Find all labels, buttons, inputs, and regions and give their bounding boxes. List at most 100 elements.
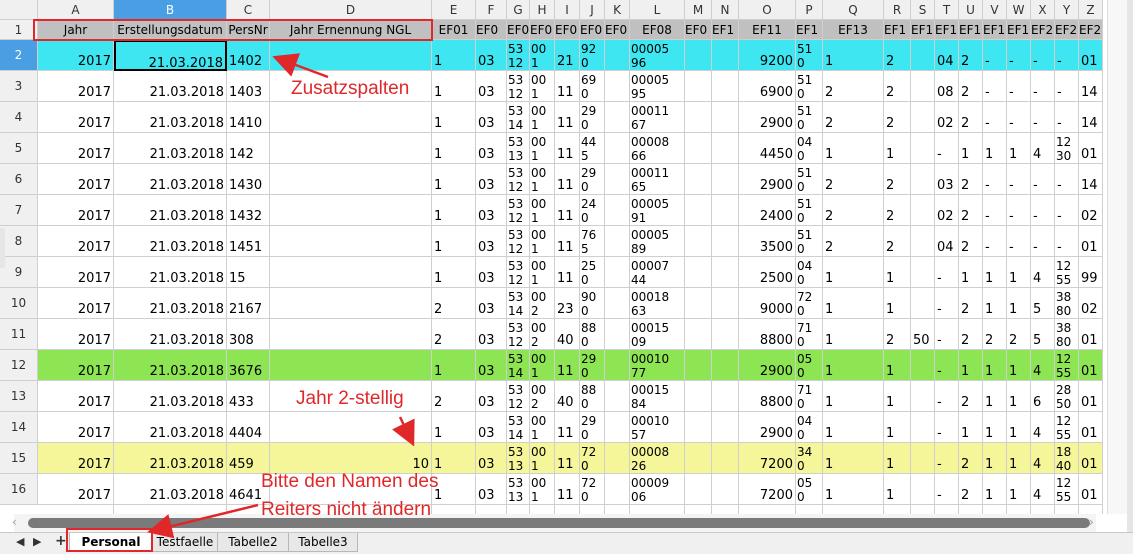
table-cell[interactable]: 2 — [1007, 319, 1031, 350]
table-cell[interactable] — [605, 505, 630, 514]
arrow-right-icon[interactable]: ▶ — [33, 535, 41, 548]
table-cell[interactable]: - — [1031, 164, 1055, 195]
table-cell[interactable]: 53 12 — [507, 257, 530, 288]
table-cell[interactable]: 51 0 — [796, 195, 823, 226]
table-cell[interactable] — [555, 505, 580, 514]
table-cell[interactable]: 2400 — [739, 195, 796, 226]
column-header-j[interactable]: J — [580, 0, 605, 20]
table-cell[interactable] — [605, 412, 630, 443]
table-cell[interactable]: 142 — [227, 133, 270, 164]
table-cell[interactable]: 88 0 — [580, 381, 605, 412]
table-cell[interactable]: 53 13 — [507, 133, 530, 164]
table-cell[interactable]: 01 — [1079, 412, 1103, 443]
tab-tabelle2[interactable]: Tabelle2 — [217, 533, 289, 552]
table-cell[interactable]: 00015 09 — [630, 319, 685, 350]
table-cell[interactable]: 2 — [959, 474, 983, 505]
table-cell[interactable] — [911, 350, 935, 381]
table-cell[interactable] — [712, 195, 739, 226]
table-cell[interactable] — [911, 257, 935, 288]
table-cell[interactable] — [712, 412, 739, 443]
table-cell[interactable] — [911, 195, 935, 226]
header-cell[interactable]: EF1 — [911, 20, 935, 40]
table-cell[interactable]: 2017 — [38, 350, 114, 381]
table-cell[interactable]: 1 — [432, 257, 476, 288]
select-all-corner[interactable] — [0, 0, 38, 20]
table-cell[interactable]: 21.03.2018 — [114, 474, 227, 505]
table-cell[interactable]: 2 — [823, 164, 884, 195]
table-cell[interactable]: 11 — [555, 195, 580, 226]
table-cell[interactable]: 1 — [983, 474, 1007, 505]
table-cell[interactable]: 72 0 — [580, 443, 605, 474]
table-cell[interactable] — [935, 505, 959, 514]
table-cell[interactable]: 4450 — [739, 133, 796, 164]
table-cell[interactable]: 51 0 — [796, 71, 823, 102]
table-cell[interactable]: - — [935, 443, 959, 474]
table-cell[interactable] — [605, 288, 630, 319]
table-cell[interactable]: 1 — [432, 102, 476, 133]
column-header-x[interactable]: X — [1031, 0, 1055, 20]
header-cell[interactable]: EF0 — [530, 20, 555, 40]
table-cell[interactable]: - — [1055, 164, 1079, 195]
table-cell[interactable] — [911, 164, 935, 195]
plus-icon[interactable]: + — [55, 533, 67, 549]
scroll-left-icon[interactable]: ‹ — [12, 515, 17, 529]
table-cell[interactable]: 308 — [227, 319, 270, 350]
table-cell[interactable]: 1 — [823, 133, 884, 164]
header-cell[interactable]: EF0 — [685, 20, 712, 40]
table-cell[interactable] — [712, 505, 739, 514]
table-cell[interactable]: 2 — [959, 102, 983, 133]
header-cell[interactable]: EF0 — [605, 20, 630, 40]
table-cell[interactable]: 38 80 — [1055, 319, 1079, 350]
row-header-15[interactable]: 15 — [0, 443, 38, 474]
table-cell[interactable]: 2 — [959, 226, 983, 257]
column-header-c[interactable]: C — [227, 0, 270, 20]
table-cell[interactable]: - — [983, 102, 1007, 133]
table-cell[interactable]: 00010 77 — [630, 350, 685, 381]
table-cell[interactable]: 28 50 — [1055, 381, 1079, 412]
table-cell[interactable]: 2 — [884, 102, 911, 133]
row-header-5[interactable]: 5 — [0, 133, 38, 164]
table-cell[interactable]: 1 — [1007, 443, 1031, 474]
table-cell[interactable]: 1 — [432, 443, 476, 474]
left-panel-handle[interactable] — [0, 228, 5, 268]
table-cell[interactable]: 51 0 — [796, 164, 823, 195]
table-cell[interactable]: 00 1 — [530, 40, 555, 71]
table-cell[interactable]: 12 55 — [1055, 257, 1079, 288]
table-cell[interactable]: 2900 — [739, 102, 796, 133]
table-cell[interactable] — [605, 443, 630, 474]
table-cell[interactable]: 90 0 — [580, 288, 605, 319]
table-cell[interactable] — [712, 319, 739, 350]
table-cell[interactable]: 21.03.2018 — [114, 102, 227, 133]
table-cell[interactable]: 2 — [884, 71, 911, 102]
header-cell[interactable]: EF1 — [884, 20, 911, 40]
table-cell[interactable]: 1 — [1007, 412, 1031, 443]
table-cell[interactable]: 00 1 — [530, 102, 555, 133]
table-cell[interactable] — [605, 71, 630, 102]
table-cell[interactable]: 2 — [884, 195, 911, 226]
table-cell[interactable] — [685, 350, 712, 381]
table-cell[interactable]: 2017 — [38, 381, 114, 412]
table-cell[interactable]: 51 0 — [796, 40, 823, 71]
header-cell[interactable]: EF1 — [959, 20, 983, 40]
table-cell[interactable]: 1 — [983, 133, 1007, 164]
table-cell[interactable]: 2017 — [38, 257, 114, 288]
column-header-q[interactable]: Q — [823, 0, 884, 20]
table-cell[interactable]: 1402 — [227, 40, 270, 71]
table-cell[interactable]: 2 — [823, 102, 884, 133]
table-cell[interactable]: - — [1031, 102, 1055, 133]
table-cell[interactable]: 72 0 — [580, 474, 605, 505]
tab-tabelle3[interactable]: Tabelle3 — [288, 533, 358, 552]
table-cell[interactable]: 2017 — [38, 443, 114, 474]
column-header-g[interactable]: G — [507, 0, 530, 20]
table-cell[interactable]: 53 — [507, 505, 530, 514]
table-cell[interactable]: 1 — [823, 319, 884, 350]
table-cell[interactable]: - — [983, 71, 1007, 102]
header-cell[interactable]: EF2 — [1079, 20, 1103, 40]
row-header-14[interactable]: 14 — [0, 412, 38, 443]
table-cell[interactable]: 03 — [476, 226, 507, 257]
table-cell[interactable]: 4 — [1031, 443, 1055, 474]
table-cell[interactable]: 88 0 — [580, 319, 605, 350]
table-cell[interactable] — [685, 412, 712, 443]
row-header-12[interactable]: 12 — [0, 350, 38, 381]
header-cell[interactable]: EF2 — [1031, 20, 1055, 40]
